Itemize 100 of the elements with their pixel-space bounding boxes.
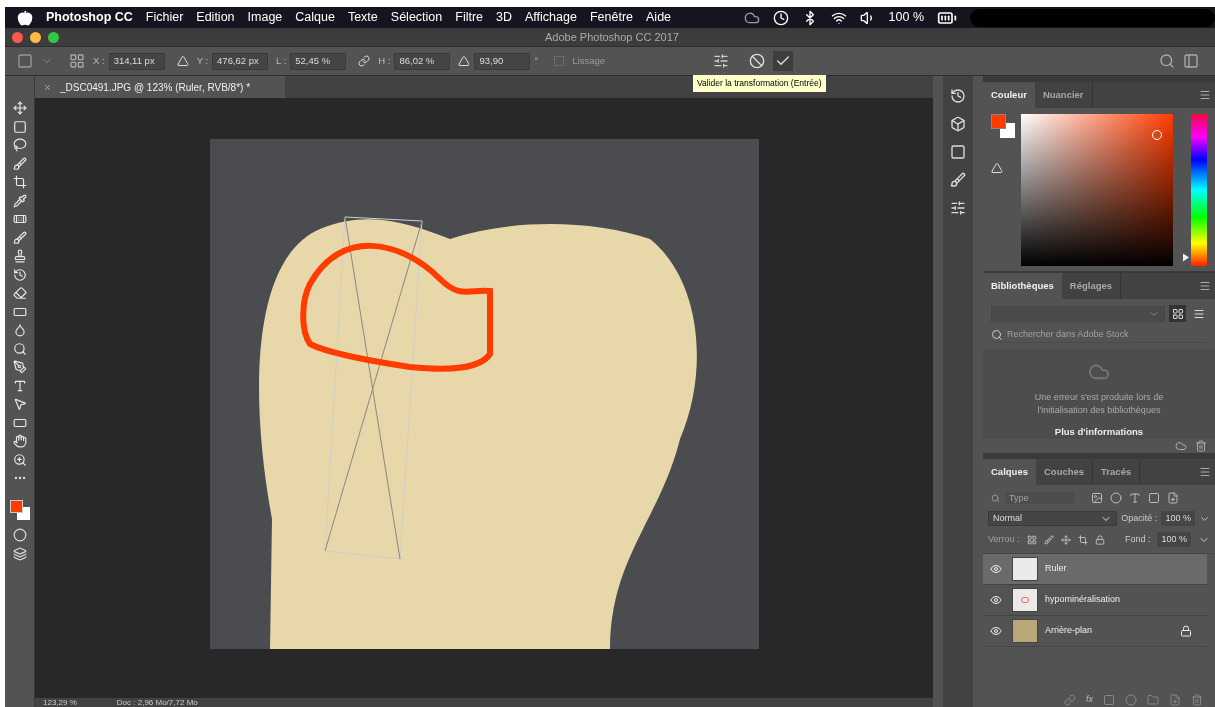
menu-item[interactable]: Aide <box>646 8 672 27</box>
eraser-icon[interactable] <box>12 286 27 300</box>
close-icon[interactable] <box>43 82 52 92</box>
screen-mode-icon[interactable] <box>12 546 27 561</box>
hand-icon[interactable] <box>12 434 27 448</box>
value-field[interactable]: 52,45 % <box>290 52 347 70</box>
error-message: Une erreur s'est produite lors de l'initialisation des bibliothèques <box>1033 390 1165 417</box>
menu-item[interactable]: Filtre <box>455 8 484 27</box>
drop-icon[interactable] <box>12 323 27 337</box>
battery-percent: 100 % <box>888 9 924 27</box>
fill-field[interactable]: 100 % <box>1157 532 1191 547</box>
adjustment-filter-icon[interactable] <box>1110 492 1122 504</box>
lock-label: Verrou : <box>988 532 1020 546</box>
panel-tab[interactable]: Couleur <box>983 82 1035 108</box>
minimize-window-button[interactable] <box>30 31 41 43</box>
search-icon[interactable] <box>1159 53 1175 69</box>
stock-search-field[interactable]: Rechercher dans Adobe Stock <box>1007 327 1207 342</box>
apple-icon[interactable] <box>17 9 33 26</box>
menu-item[interactable]: Edition <box>196 8 235 27</box>
angle-icon <box>458 55 471 67</box>
visibility-icon[interactable] <box>989 563 1002 575</box>
search-icon <box>991 328 1003 341</box>
menu-item[interactable]: Image <box>247 8 283 27</box>
lasso-icon[interactable] <box>12 138 27 152</box>
menu-item[interactable]: Calque <box>295 8 335 27</box>
color-swatches[interactable] <box>991 114 1015 138</box>
panel-menu-icon[interactable] <box>1199 89 1211 101</box>
menu-item[interactable]: Sélection <box>390 8 443 27</box>
layer-filter-field[interactable]: Type <box>1004 491 1076 505</box>
menu-item[interactable]: Fichier <box>145 8 184 27</box>
history-brush-icon[interactable] <box>12 267 27 282</box>
color-swatches[interactable] <box>9 499 30 520</box>
value-field[interactable]: 86,02 % <box>394 52 451 70</box>
eyedropper-icon[interactable] <box>12 193 27 208</box>
type-filter-icon[interactable] <box>1129 492 1141 504</box>
opacity-field[interactable]: 100 % <box>1161 511 1195 526</box>
sync-icon[interactable] <box>1175 440 1187 452</box>
panel-menu-icon[interactable] <box>1199 280 1211 292</box>
layer-row[interactable]: Arrière-plan <box>983 616 1207 647</box>
crop-icon[interactable] <box>12 175 27 189</box>
visibility-icon[interactable] <box>989 594 1002 606</box>
time-machine-icon[interactable] <box>772 9 789 26</box>
value-field[interactable]: 93,90 <box>474 52 531 70</box>
menu-item[interactable]: Fenêtre <box>589 8 633 27</box>
cancel-icon[interactable] <box>749 53 765 69</box>
shape-filter-icon[interactable] <box>1148 492 1160 504</box>
grid-view-button[interactable] <box>1169 305 1186 322</box>
history-panel-icon[interactable] <box>950 88 966 104</box>
lock-all-icon[interactable] <box>1094 534 1105 545</box>
panel-tab[interactable]: Calques <box>983 459 1036 485</box>
lock-pixels-icon[interactable] <box>1026 534 1037 545</box>
menu-item[interactable]: Affichage <box>525 8 577 27</box>
move-icon[interactable] <box>12 101 27 115</box>
visibility-icon[interactable] <box>989 625 1002 637</box>
lock-position-icon[interactable] <box>1060 534 1071 545</box>
menu-item[interactable]: 3D <box>496 8 512 27</box>
hue-slider-thumb[interactable] <box>1183 253 1189 262</box>
value-field[interactable]: 314,11 px <box>108 52 165 70</box>
quick-mask-icon[interactable] <box>12 528 27 542</box>
zoom-window-button[interactable] <box>48 31 59 43</box>
workspace-icon[interactable] <box>1183 53 1199 69</box>
paths-panel-icon[interactable] <box>950 144 966 160</box>
type-tool-icon[interactable] <box>12 378 27 393</box>
layer-row[interactable]: Ruler <box>983 554 1207 585</box>
reference-point-icon[interactable] <box>69 53 85 69</box>
trash-icon[interactable] <box>1195 440 1207 452</box>
warp-icon[interactable] <box>713 53 729 69</box>
pen-icon[interactable] <box>12 360 27 374</box>
link-icon[interactable] <box>358 55 371 67</box>
smart-object-filter-icon[interactable] <box>1167 492 1179 504</box>
app-menu[interactable]: Photoshop CC <box>46 8 133 27</box>
brush-icon[interactable] <box>12 230 27 245</box>
color-field[interactable] <box>1021 114 1173 266</box>
layer-row[interactable]: hypominéralisation <box>983 585 1207 616</box>
blend-mode-dropdown[interactable]: Normal <box>988 511 1118 526</box>
layer-thumbnail <box>1012 557 1038 581</box>
pointer-icon[interactable] <box>12 397 27 411</box>
field-label: X : <box>93 53 105 68</box>
panel-menu-icon[interactable] <box>1199 466 1211 478</box>
brushes-panel-icon[interactable] <box>950 172 966 188</box>
fx-button[interactable]: fx <box>1086 693 1093 707</box>
panel-tab[interactable]: Bibliothèques <box>983 273 1062 299</box>
lock-artboard-icon[interactable] <box>1077 534 1088 545</box>
lock-paint-icon[interactable] <box>1043 534 1054 545</box>
marquee-icon[interactable] <box>12 119 27 134</box>
close-window-button[interactable] <box>12 31 23 43</box>
commit-button[interactable] <box>773 51 793 71</box>
pixel-filter-icon[interactable] <box>1091 492 1103 504</box>
value-field[interactable]: 476,62 px <box>212 52 269 70</box>
zoom-icon[interactable] <box>12 452 27 467</box>
bandage-icon[interactable] <box>12 212 27 226</box>
brush-settings-icon[interactable] <box>950 200 966 216</box>
properties-panel-icon[interactable] <box>950 116 966 132</box>
gamut-warning-icon <box>991 162 1003 174</box>
dodge-icon[interactable] <box>12 341 27 356</box>
degree-unit: ° <box>534 53 539 68</box>
more-info-link[interactable]: Plus d'informations <box>1054 424 1144 439</box>
quick-selection-icon[interactable] <box>12 156 27 171</box>
stamp-icon[interactable] <box>12 249 27 263</box>
menu-item[interactable]: Texte <box>347 8 378 27</box>
